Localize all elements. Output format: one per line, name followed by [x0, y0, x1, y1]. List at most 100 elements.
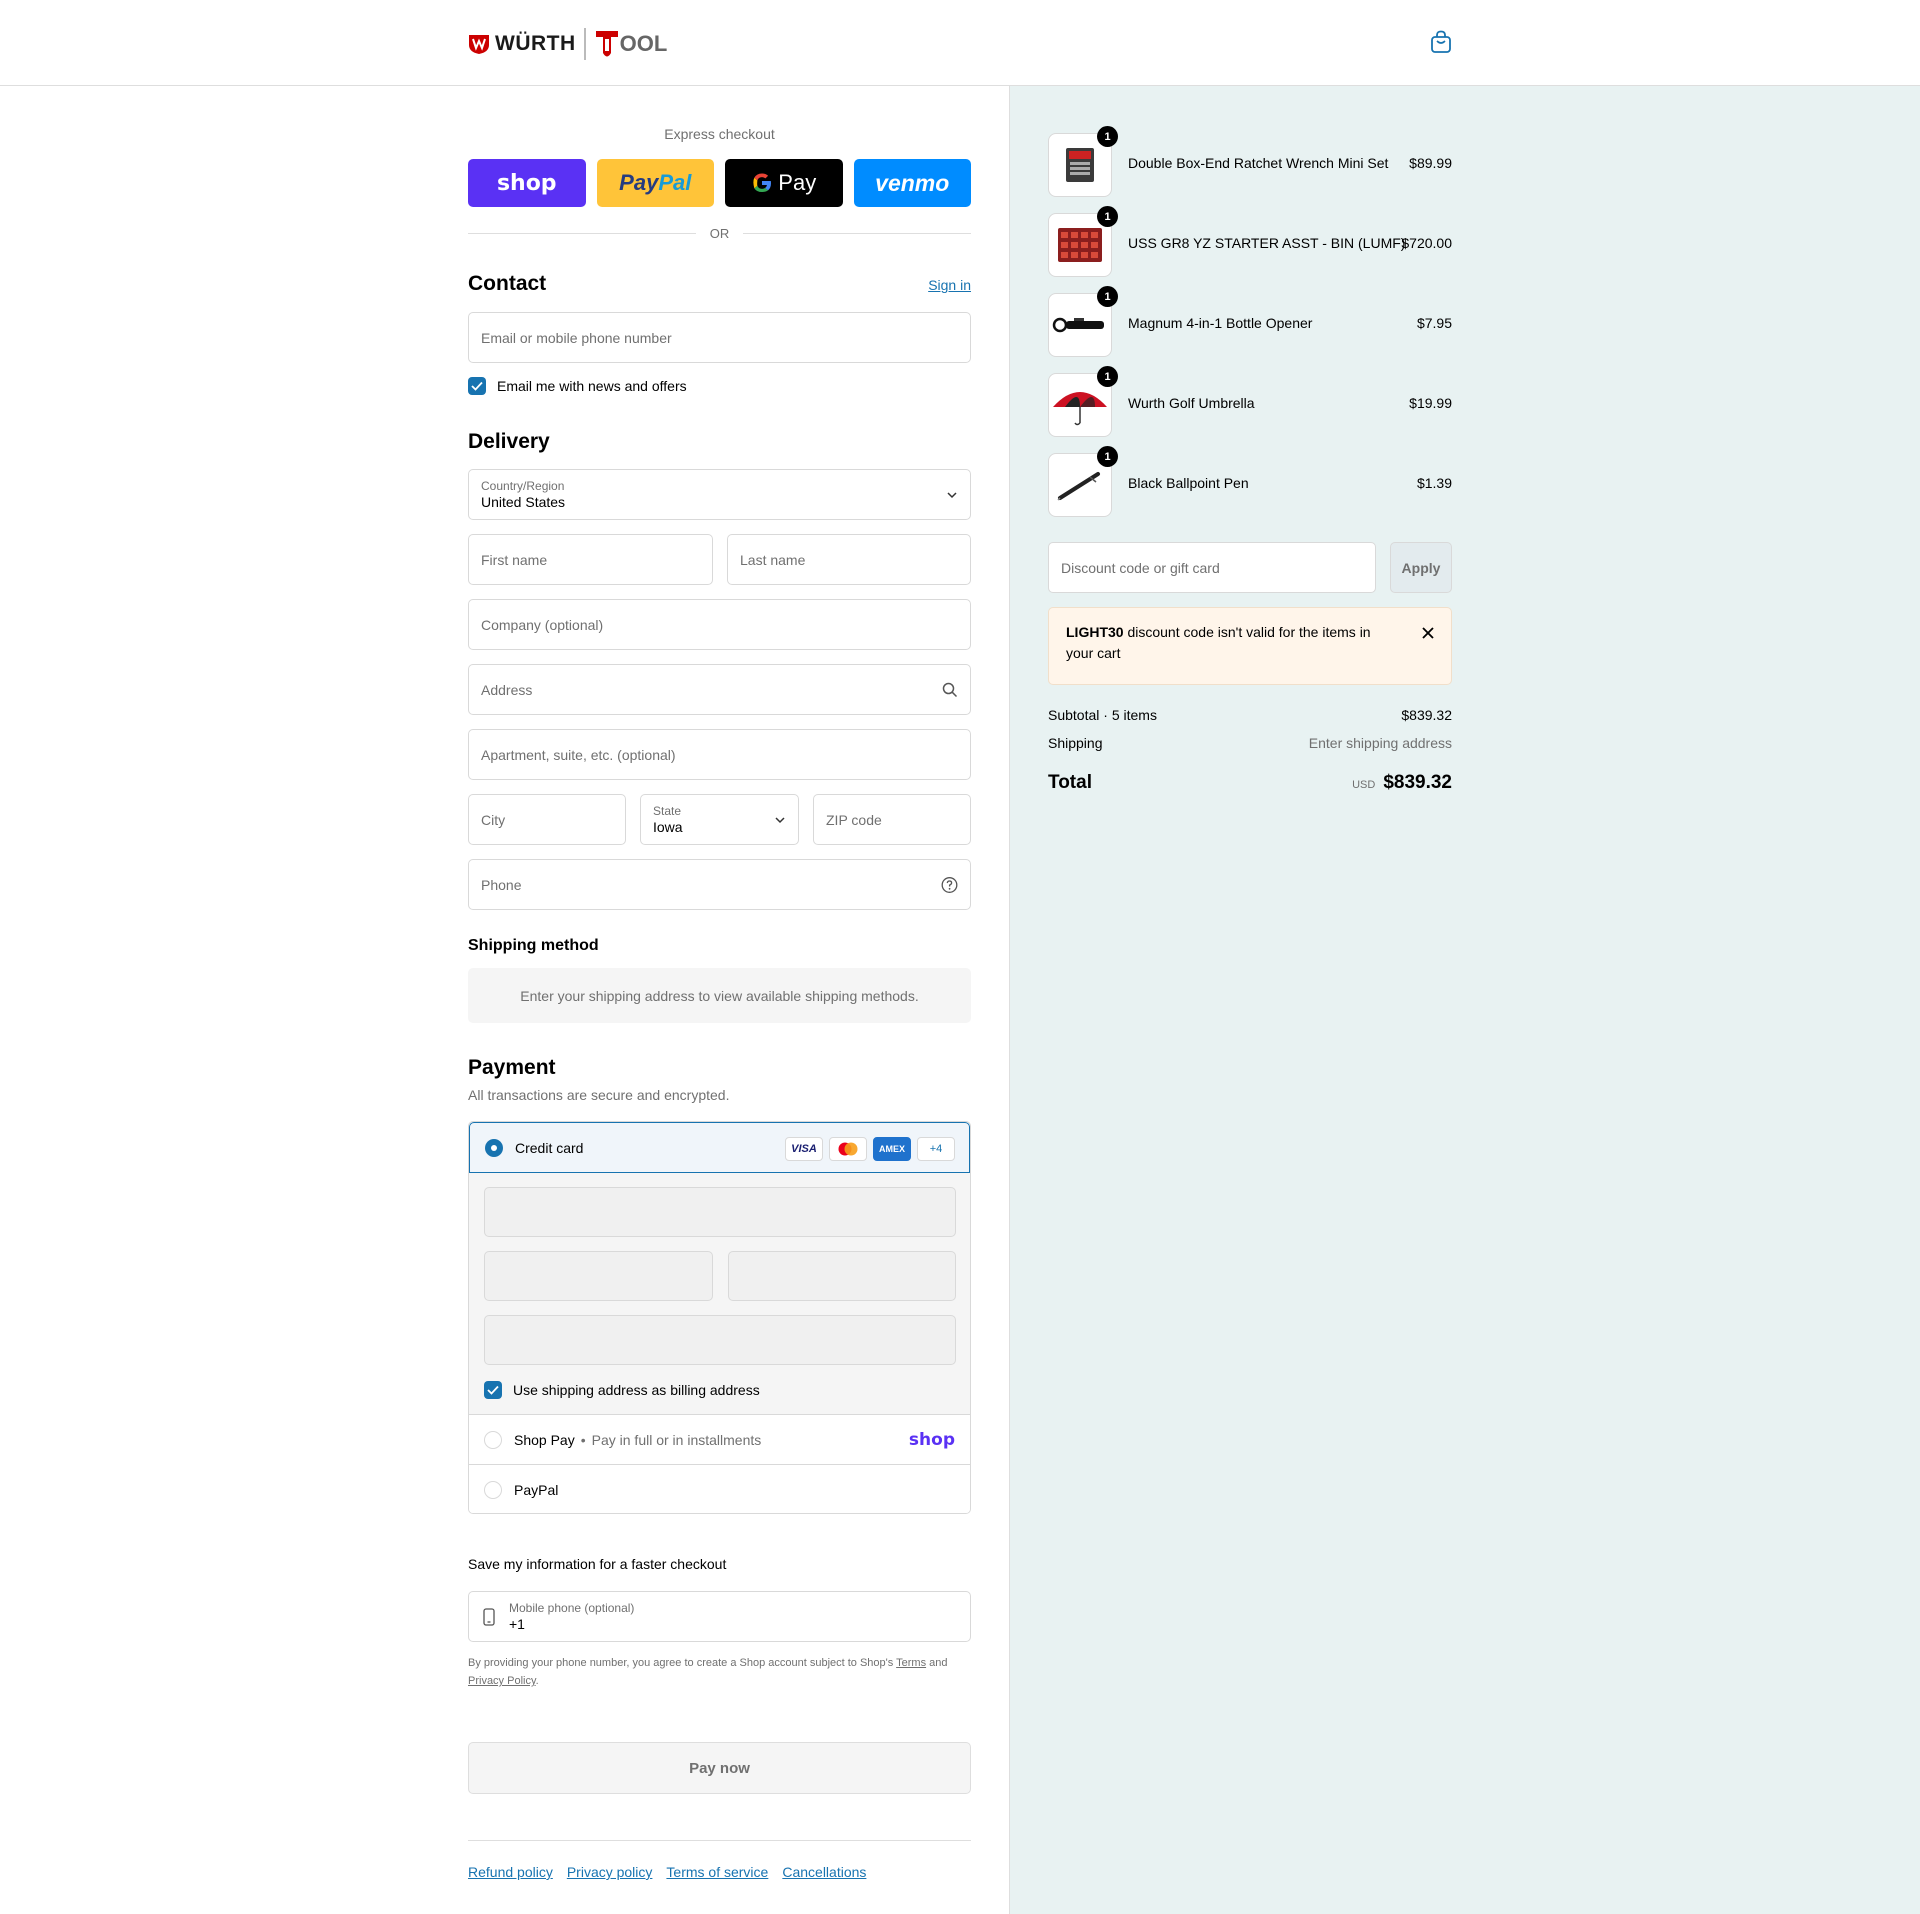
sign-in-link[interactable]: Sign in	[928, 277, 971, 293]
zip-placeholder: ZIP code	[826, 811, 882, 828]
help-circle-icon[interactable]	[941, 876, 958, 893]
shop-pay-button[interactable]: shop	[468, 159, 586, 207]
paypal-button[interactable]: Pay Pal	[596, 159, 714, 207]
refund-policy-link[interactable]: Refund policy	[468, 1864, 553, 1880]
header: WÜRTH OOL	[0, 0, 1920, 86]
address-placeholder: Address	[481, 681, 533, 698]
card-expiry-field[interactable]	[484, 1251, 713, 1301]
terms-link[interactable]: Terms	[896, 1657, 926, 1669]
footer-links: Refund policy Privacy policy Terms of se…	[468, 1864, 866, 1880]
total-value: $839.32	[1383, 772, 1452, 793]
express-checkout-label: Express checkout	[664, 126, 775, 142]
card-name-field[interactable]	[484, 1315, 956, 1365]
email-placeholder: Email or mobile phone number	[481, 329, 672, 346]
discount-code-input[interactable]: Discount code or gift card	[1048, 542, 1376, 593]
google-pay-button[interactable]: Pay	[725, 159, 843, 207]
item-price: $19.99	[1409, 395, 1452, 411]
apartment-field[interactable]: Apartment, suite, etc. (optional)	[468, 729, 971, 780]
subtotal-label: Subtotal · 5 items	[1048, 707, 1157, 723]
first-name-placeholder: First name	[481, 551, 548, 568]
checkmark-icon	[468, 377, 486, 395]
visa-icon: VISA	[785, 1137, 823, 1161]
card-number-field[interactable]	[484, 1187, 956, 1237]
paypal-label: PayPal	[514, 1482, 559, 1498]
credit-card-option[interactable]: Credit card VISA AMEX +4	[469, 1122, 970, 1173]
shop-pay-option[interactable]: Shop Pay • Pay in full or in installment…	[469, 1415, 970, 1465]
country-select[interactable]: Country/Region United States	[468, 469, 971, 520]
close-icon[interactable]	[1421, 626, 1435, 640]
store-logo[interactable]: WÜRTH OOL	[468, 24, 667, 64]
mastercard-icon	[829, 1137, 867, 1161]
city-placeholder: City	[481, 811, 506, 828]
subtotal-row: Subtotal · 5 items $839.32	[1048, 707, 1452, 723]
item-price: $720.00	[1401, 235, 1452, 251]
privacy-policy-footer-link[interactable]: Privacy policy	[567, 1864, 653, 1880]
pay-now-button[interactable]: Pay now	[468, 1742, 971, 1794]
payment-methods: Credit card VISA AMEX +4 Use shipping ad…	[468, 1121, 971, 1514]
privacy-policy-link[interactable]: Privacy Policy	[468, 1675, 536, 1687]
chevron-down-icon	[775, 816, 785, 823]
radio-empty-icon	[484, 1481, 502, 1499]
quantity-badge: 1	[1097, 366, 1118, 387]
brand-right-text: OOL	[619, 31, 668, 56]
state-label: State	[653, 803, 682, 818]
city-field[interactable]: City	[468, 794, 626, 845]
quantity-badge: 1	[1097, 446, 1118, 467]
or-text: OR	[709, 226, 730, 241]
cancellations-link[interactable]: Cancellations	[782, 1864, 866, 1880]
quantity-badge: 1	[1097, 126, 1118, 147]
legal-text-1: By providing your phone number, you agre…	[468, 1657, 894, 1669]
news-checkbox-label: Email me with news and offers	[497, 378, 687, 394]
first-name-field[interactable]: First name	[468, 534, 713, 585]
last-name-field[interactable]: Last name	[727, 534, 971, 585]
total-amount: USD $839.32	[1352, 772, 1452, 794]
express-checkout-buttons: shop Pay Pal Pay venmo	[468, 159, 971, 207]
shopping-bag-icon[interactable]	[1430, 30, 1452, 54]
country-label: Country/Region	[481, 478, 565, 493]
billing-address-checkbox[interactable]: Use shipping address as billing address	[484, 1381, 760, 1399]
total-row: Total USD $839.32	[1048, 772, 1452, 794]
last-name-placeholder: Last name	[740, 551, 806, 568]
mobile-phone-label: Mobile phone (optional)	[509, 1600, 635, 1615]
mobile-phone-field[interactable]: Mobile phone (optional) +1	[468, 1591, 971, 1642]
payment-subtitle: All transactions are secure and encrypte…	[468, 1087, 730, 1103]
tool-logo: OOL	[594, 27, 668, 61]
item-name: Black Ballpoint Pen	[1128, 475, 1249, 491]
apply-discount-button[interactable]: Apply	[1390, 542, 1452, 593]
search-icon	[942, 682, 958, 697]
card-brands: VISA AMEX +4	[785, 1137, 955, 1161]
phone-field[interactable]: Phone	[468, 859, 971, 910]
company-placeholder: Company (optional)	[481, 616, 604, 633]
state-select[interactable]: State Iowa	[640, 794, 799, 845]
legal-text-and: and	[929, 1657, 948, 1669]
cart-item: 1 Double Box-End Ratchet Wrench Mini Set…	[1048, 126, 1452, 197]
credit-card-label: Credit card	[515, 1139, 584, 1156]
footer-divider	[468, 1840, 971, 1841]
cart-item: 1 Black Ballpoint Pen $1.39	[1048, 446, 1452, 517]
credit-card-form: Use shipping address as billing address	[469, 1173, 970, 1415]
item-name: USS GR8 YZ STARTER ASST - BIN (LUMF)	[1128, 235, 1406, 251]
paypal-option[interactable]: PayPal	[469, 1465, 970, 1513]
bullet-separator: •	[580, 1431, 586, 1448]
card-cvv-field[interactable]	[728, 1251, 956, 1301]
brand-left-text: WÜRTH	[495, 32, 576, 55]
company-field[interactable]: Company (optional)	[468, 599, 971, 650]
zip-field[interactable]: ZIP code	[813, 794, 971, 845]
subtotal-value: $839.32	[1401, 707, 1452, 723]
discount-code-text: LIGHT30	[1066, 624, 1124, 640]
discount-warning: LIGHT30 discount code isn't valid for th…	[1048, 607, 1452, 685]
venmo-button[interactable]: venmo	[853, 159, 971, 207]
order-summary-panel	[1009, 86, 1920, 1914]
wurth-shield-icon	[469, 35, 489, 54]
email-field[interactable]: Email or mobile phone number	[468, 312, 971, 363]
address-field[interactable]: Address	[468, 664, 971, 715]
news-checkbox[interactable]: Email me with news and offers	[468, 377, 687, 395]
gpay-text: Pay	[778, 170, 817, 195]
total-label: Total	[1048, 772, 1092, 793]
contact-heading: Contact	[468, 272, 547, 295]
save-info-heading: Save my information for a faster checkou…	[468, 1556, 727, 1572]
currency-code: USD	[1352, 779, 1376, 791]
terms-of-service-link[interactable]: Terms of service	[666, 1864, 768, 1880]
google-g-icon	[753, 173, 772, 192]
mobile-phone-icon	[483, 1608, 495, 1626]
